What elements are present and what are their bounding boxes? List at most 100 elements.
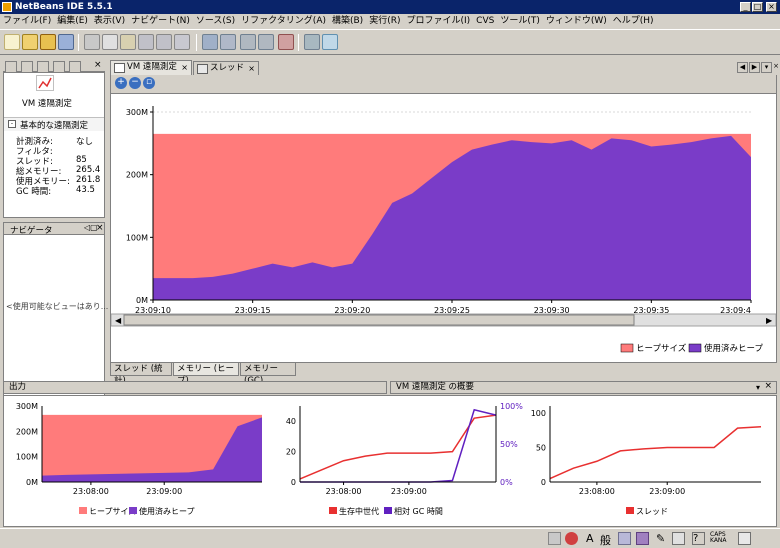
left-tab-4[interactable] [53,61,65,72]
summary-close-icon[interactable]: × [764,381,772,392]
summary-y-tick-label: 300M [16,402,38,411]
tab-threads[interactable]: スレッド × [193,61,259,75]
summary-y-tick-label: 20 [286,448,296,457]
tab-close-icon[interactable]: × [181,61,188,74]
left-tab-5[interactable] [69,61,81,72]
menu-item-4[interactable]: ソース(S) [193,14,238,29]
ime-pad-icon[interactable] [636,532,649,545]
netbeans-logo-icon [2,2,12,12]
ime-tool-icon[interactable] [618,532,631,545]
run-icon[interactable] [240,34,256,50]
summary-legend-label: スレッド [636,507,668,516]
menu-item-7[interactable]: 実行(R) [366,14,403,29]
new-file-icon[interactable] [4,34,20,50]
menu-item-6[interactable]: 構築(B) [329,14,366,29]
paste-icon[interactable] [120,34,136,50]
output-header: 出力 [3,381,387,394]
zoom-out-icon[interactable]: − [129,77,141,89]
scroll-right-icon[interactable]: ▶ [749,62,760,73]
ime-dict-icon[interactable] [672,532,685,545]
legend-swatch [620,343,634,353]
navigator-header: ナビゲータ ◁▢ × [3,222,105,236]
tab-memory-heap[interactable]: メモリー (ヒープ) [173,363,239,386]
printer-icon[interactable] [548,532,561,545]
undo-icon[interactable] [138,34,154,50]
tab-vm-telemetry[interactable]: VM 遠隔測定 × [110,60,192,75]
telemetry-row-value: 265.4 [76,165,101,175]
menu-item-10[interactable]: ツール(T) [497,14,543,29]
menu-item-5[interactable]: リファクタリング(A) [238,14,329,29]
menu-item-0[interactable]: ファイル(F) [0,14,54,29]
debug-icon[interactable] [258,34,274,50]
menu-item-11[interactable]: ウィンドウ(W) [543,14,610,29]
vm-telemetry-chart: 0M 100M 200M 300M 23:09:10 23:09:15 23:09:20 23… [110,93,777,363]
editor-area: VM 遠隔測定 × スレッド × ◀ ▶ ▾ × + − ▫ 0M 100M 200… [110,60,779,386]
summary-y-tick-label: 100M [16,453,38,462]
ime-a-icon[interactable]: A [586,532,599,545]
scroll-left-icon[interactable]: ◀ [737,62,748,73]
find-icon[interactable] [174,34,190,50]
ime-kanji-icon[interactable]: 般 [600,532,613,547]
new-project-icon[interactable] [22,34,38,50]
summary-y-tick-label: 40 [286,417,296,426]
gc-run-icon[interactable] [322,34,338,50]
vm-telemetry-icon[interactable] [36,75,54,91]
collapse-icon[interactable]: - [8,120,16,128]
clean-build-icon[interactable] [220,34,236,50]
menu-item-12[interactable]: ヘルプ(H) [610,14,657,29]
main-chart-svg: 0M100M200M300M23:09:10 23:09:15 23:09:20 23… [110,106,777,354]
summary-legend-label: 使用済みヒープ [139,506,195,516]
telemetry-row-value: 43.5 [76,185,95,195]
left-tab-1[interactable] [5,61,17,72]
menu-item-2[interactable]: 表示(V) [91,14,128,29]
menu-item-3[interactable]: ナビゲート(N) [128,14,193,29]
scroll-right-arrow[interactable]: ▶ [766,316,773,325]
profiler-control-panel: VM 遠隔測定 - 基本的な遠隔測定 計測済み: なし フィルタ: スレッド: 85 総メ… [3,72,105,218]
redo-icon[interactable] [156,34,172,50]
summary-x-tick-label: 23:08:00 [73,487,109,496]
summary-x-tick-label: 23:09:00 [146,487,182,496]
profile-icon[interactable] [278,34,294,50]
cut-icon[interactable] [84,34,100,50]
tab-list-icon[interactable]: ▾ [761,62,772,73]
navigator-close-icon[interactable]: × [96,223,104,233]
summary-legend-swatch [129,507,137,514]
summary-menu-icon[interactable]: ▾ [756,382,760,393]
save-all-icon[interactable] [58,34,74,50]
close-window-button[interactable]: × [766,2,777,12]
menu-item-8[interactable]: プロファイル(I) [403,14,473,29]
open-project-icon[interactable] [40,34,56,50]
left-pane-close-icon[interactable]: × [94,60,102,70]
ime-pen-icon[interactable]: ✎ [656,532,669,545]
scrollbar-thumb[interactable] [123,314,635,326]
vm-telemetry-label: VM 遠隔測定 [22,99,72,109]
status-bar: A 般 ✎ ? CAPS KANA [0,528,780,548]
build-icon[interactable] [202,34,218,50]
tab-memory-gc[interactable]: メモリー (GC) [240,363,296,386]
editor-close-icon[interactable]: × [773,62,779,73]
left-tab-3[interactable] [37,61,49,72]
legend-label: ヒープサイズ [636,343,687,354]
basic-telemetry-header[interactable]: - 基本的な遠隔測定 [4,117,104,131]
stop-profile-icon[interactable] [304,34,320,50]
help-icon[interactable]: ? [692,532,705,545]
error-icon[interactable] [565,532,578,545]
summary-y2-tick-label: 0% [500,478,513,487]
menu-item-1[interactable]: 編集(E) [54,14,91,29]
tab-threads-stats[interactable]: スレッド (統計) [110,363,172,386]
copy-icon[interactable] [102,34,118,50]
zoom-fit-icon[interactable]: ▫ [143,77,155,89]
zoom-in-icon[interactable]: + [115,77,127,89]
left-tab-2[interactable] [21,61,33,72]
ime-extra-icon[interactable] [738,532,751,545]
summary-x-tick-label: 23:09:00 [391,487,427,496]
menu-item-9[interactable]: CVS [473,14,497,29]
scroll-left-arrow[interactable]: ◀ [115,316,122,325]
maximize-button[interactable]: □ [752,2,763,12]
y-tick-label: 100M [126,233,148,242]
minimize-button[interactable]: _ [740,2,751,12]
tab-close-icon[interactable]: × [248,62,255,75]
summary-legend-swatch [384,507,392,514]
zoom-toolbar: + − ▫ [110,75,777,93]
summary-y-tick-label: 100 [531,409,546,418]
